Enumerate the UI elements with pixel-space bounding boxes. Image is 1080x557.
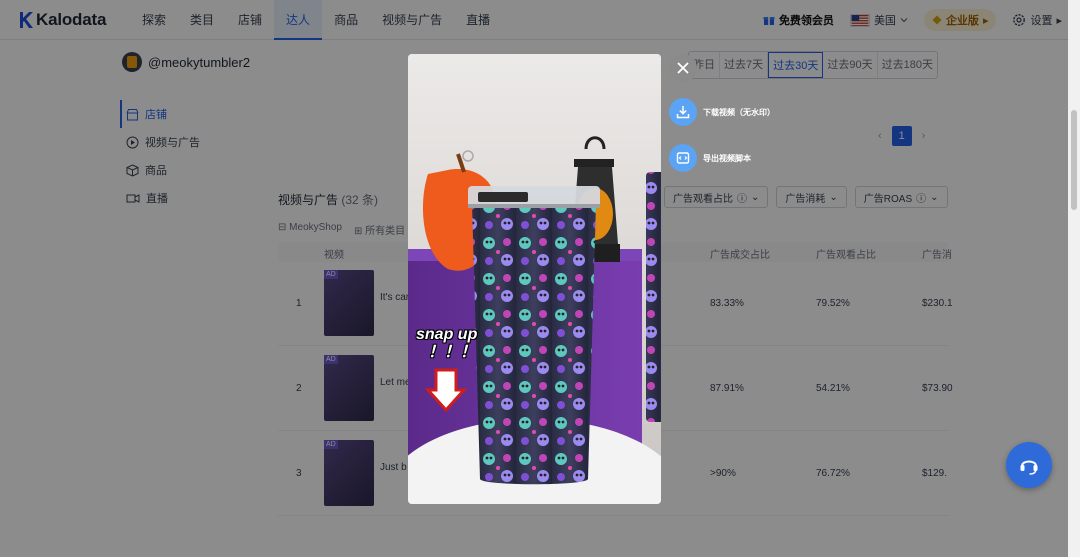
page-scrollbar[interactable] (1068, 0, 1080, 557)
scrollbar-thumb[interactable] (1071, 110, 1077, 210)
caption-line-1: snap up (416, 326, 478, 343)
video-caption: snap up ！！！ (416, 326, 477, 362)
headset-icon (1020, 460, 1038, 475)
caption-line-2: ！！！ (428, 344, 477, 361)
download-video-label: 下载视频（无水印） (703, 107, 775, 117)
download-icon-wrap (669, 98, 697, 126)
video-frame (408, 54, 661, 504)
download-video-button[interactable]: 下载视频（无水印） (669, 98, 775, 126)
export-script-label: 导出视频脚本 (703, 153, 751, 163)
export-script-button[interactable]: 导出视频脚本 (669, 144, 751, 172)
download-icon (676, 106, 690, 119)
script-export-icon (676, 152, 690, 164)
close-icon (677, 62, 689, 74)
script-icon-wrap (669, 144, 697, 172)
video-player[interactable]: snap up ！！！ (408, 54, 661, 504)
close-button[interactable] (669, 54, 697, 82)
customer-support-button[interactable] (1006, 442, 1052, 488)
